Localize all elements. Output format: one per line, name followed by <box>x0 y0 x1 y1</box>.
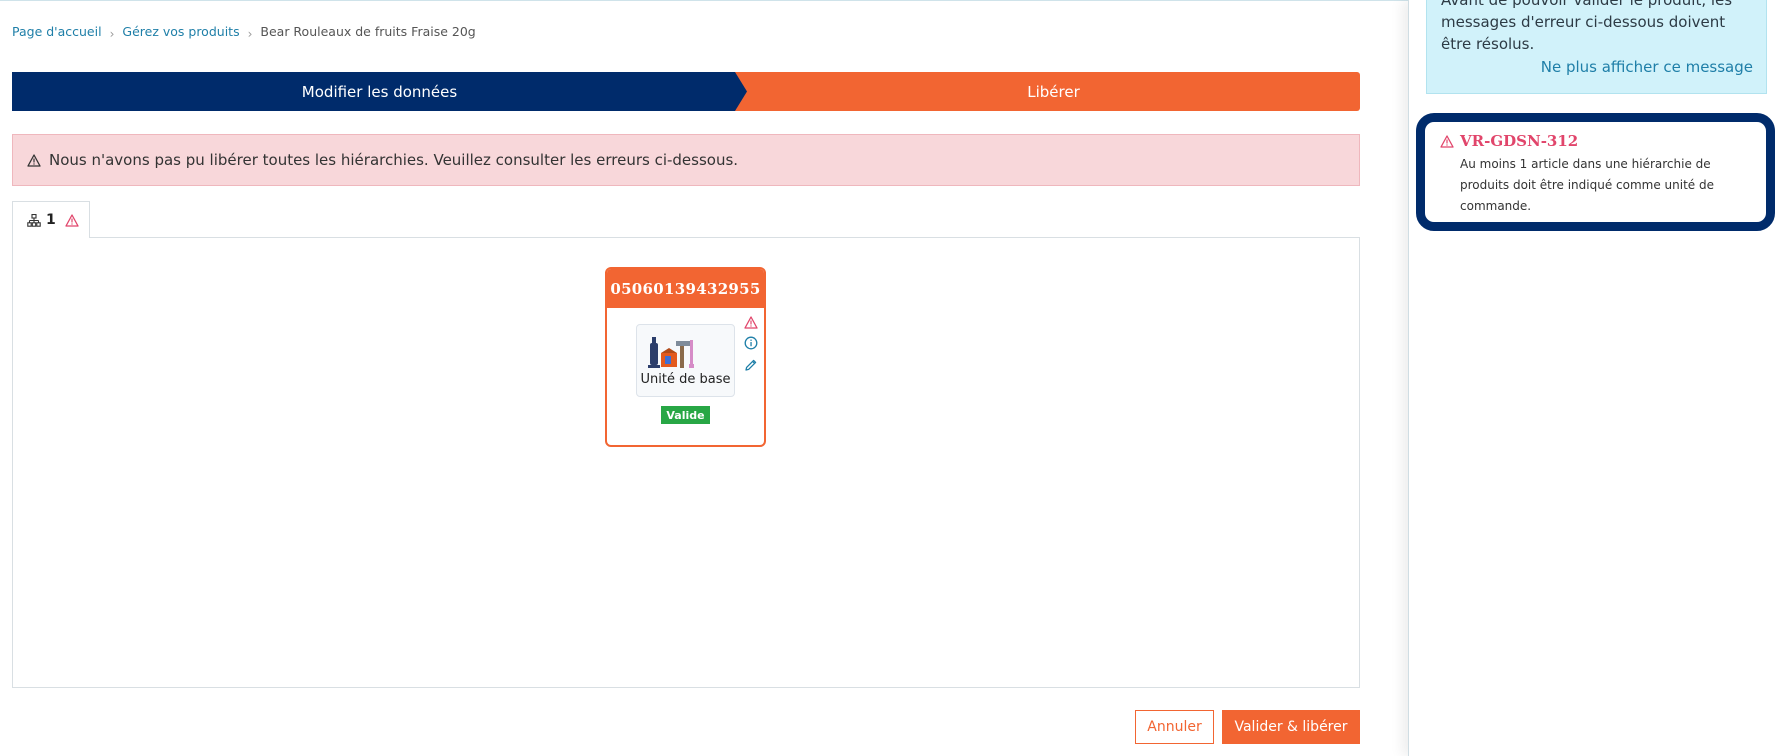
cancel-button[interactable]: Annuler <box>1135 710 1214 744</box>
warning-icon <box>27 153 41 167</box>
error-description: Au moins 1 article dans une hiérarchie d… <box>1460 157 1714 213</box>
hierarchy-icon <box>27 213 41 227</box>
gtin-header: 05060139432955 <box>607 269 764 308</box>
error-code: VR-GDSN-312 <box>1460 132 1579 150</box>
unit-label: Unité de base <box>640 372 731 387</box>
info-message-box: Avant de pouvoir valider le produit, les… <box>1426 0 1767 94</box>
warning-icon <box>1440 134 1454 148</box>
error-card[interactable]: VR-GDSN-312 Au moins 1 article dans une … <box>1416 113 1775 231</box>
validation-sidebar: Avant de pouvoir valider le produit, les… <box>1408 0 1786 756</box>
breadcrumb-products-link[interactable]: Gérez vos produits <box>122 24 239 39</box>
edit-icon[interactable] <box>744 357 758 376</box>
status-badge: Valide <box>661 406 710 424</box>
breadcrumb: Page d'accueil › Gérez vos produits › Be… <box>12 24 476 41</box>
product-image-icon <box>648 337 694 368</box>
error-title: VR-GDSN-312 <box>1440 132 1756 150</box>
hierarchy-node-card[interactable]: 05060139432955 Unité de base Valide <box>605 267 766 447</box>
breadcrumb-current: Bear Rouleaux de fruits Fraise 20g <box>260 24 476 39</box>
warning-icon[interactable] <box>744 314 758 333</box>
chevron-right-icon: › <box>247 26 253 41</box>
chevron-right-icon: › <box>109 26 115 41</box>
alert-message: Nous n'avons pas pu libérer toutes les h… <box>49 151 739 169</box>
step-release: Libérer <box>735 72 1360 111</box>
error-alert: Nous n'avons pas pu libérer toutes les h… <box>12 134 1360 186</box>
info-text: Avant de pouvoir valider le produit, les… <box>1441 0 1733 53</box>
tab-label: 1 <box>46 212 56 228</box>
dismiss-message-link[interactable]: Ne plus afficher ce message <box>1541 58 1753 76</box>
progress-steps: Modifier les données Libérer <box>12 72 1360 111</box>
step-modify-data[interactable]: Modifier les données <box>12 72 747 111</box>
main-content: Page d'accueil › Gérez vos produits › Be… <box>0 0 1408 756</box>
info-icon[interactable] <box>744 335 758 354</box>
warning-icon <box>65 213 79 227</box>
validate-release-button[interactable]: Valider & libérer <box>1222 710 1360 744</box>
breadcrumb-home-link[interactable]: Page d'accueil <box>12 24 102 39</box>
tab-hierarchy-1[interactable]: 1 <box>12 201 90 238</box>
unit-box[interactable]: Unité de base <box>636 324 735 397</box>
